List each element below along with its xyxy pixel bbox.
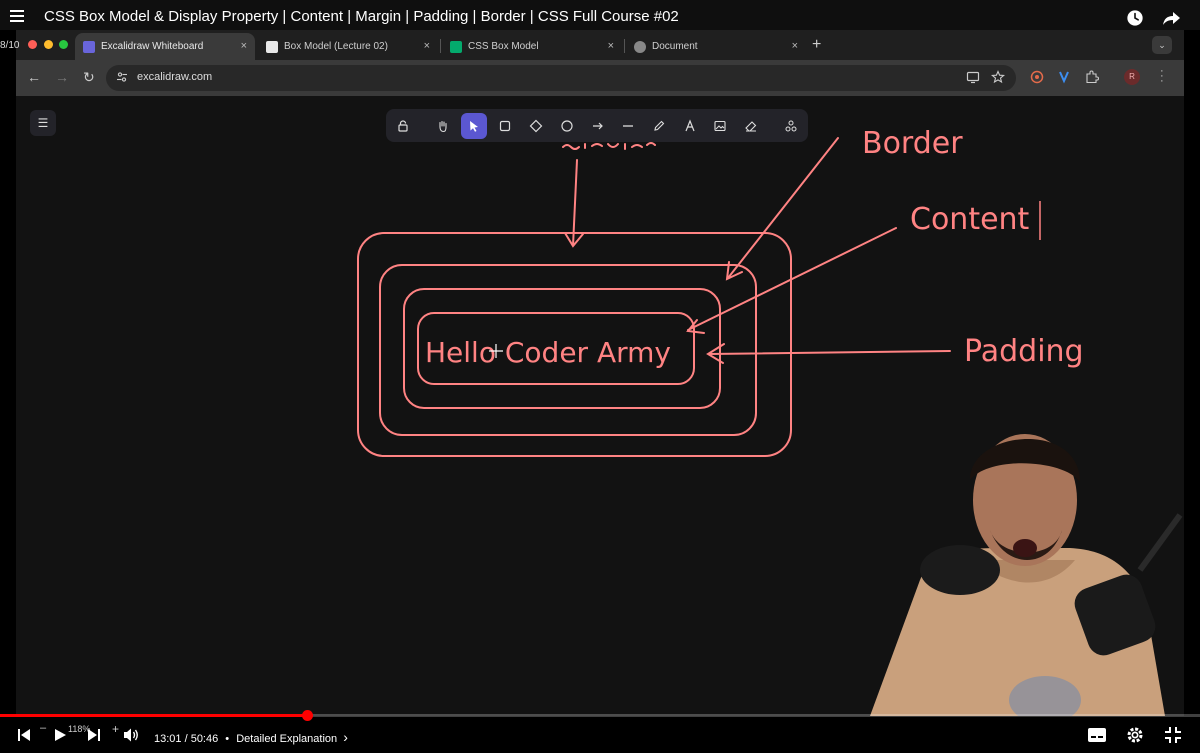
margin-label-partial — [562, 142, 656, 150]
subtitles-icon[interactable] — [1087, 727, 1107, 743]
play-icon[interactable] — [52, 727, 68, 743]
speed-decrease-button[interactable]: – — [40, 722, 46, 734]
border-label: Border — [862, 126, 963, 161]
volume-icon[interactable] — [122, 727, 140, 743]
padding-label: Padding — [964, 334, 1084, 369]
center-text-label: Hello Coder Army — [425, 336, 671, 369]
previous-icon[interactable] — [16, 727, 32, 743]
progress-scrubber[interactable] — [302, 710, 313, 721]
next-icon[interactable] — [86, 727, 102, 743]
time-display: 13:01 / 50:46 • Detailed Explanation › — [154, 729, 348, 745]
elapsed-duration: 13:01 / 50:46 — [154, 733, 219, 745]
progress-played — [0, 714, 307, 717]
exit-fullscreen-icon[interactable] — [1164, 726, 1182, 744]
speed-increase-button[interactable]: + — [112, 722, 119, 736]
chapter-title[interactable]: Detailed Explanation — [236, 733, 337, 745]
presenter-webcam-image — [860, 420, 1184, 716]
settings-gear-icon[interactable] — [1126, 726, 1144, 744]
chapter-separator: • — [225, 733, 230, 745]
content-label: Content — [910, 202, 1030, 237]
border-arrow — [725, 137, 839, 281]
padding-arrow — [706, 343, 951, 364]
chapter-chevron-icon[interactable]: › — [343, 729, 348, 745]
